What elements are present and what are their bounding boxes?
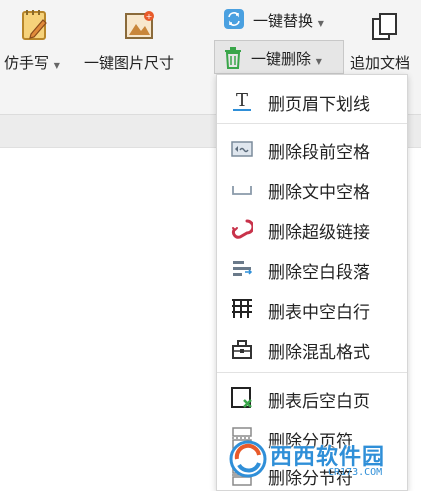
menu-item-label: 删除超级链接	[268, 223, 370, 243]
image-resize-icon: +	[125, 11, 154, 39]
menu-item-delete-table-blank-row[interactable]: 删表中空白行	[217, 289, 407, 327]
image-size-button[interactable]: + 一键图片尺寸	[84, 0, 196, 80]
paragraph-space-icon	[231, 141, 253, 157]
menu-item-delete-messy-format[interactable]: 删除混乱格式	[217, 329, 407, 367]
copy-document-icon	[372, 13, 397, 40]
text-underline-icon: T	[233, 90, 251, 111]
inline-space-icon	[232, 186, 252, 195]
notebook-pencil-icon	[22, 10, 47, 40]
menu-item-delete-header-underline[interactable]: T 删页眉下划线	[217, 81, 407, 119]
replace-icon	[224, 9, 244, 29]
menu-item-delete-hyperlink[interactable]: 删除超级链接	[217, 209, 407, 247]
imitate-handwriting-button[interactable]: 仿手写 ▼	[0, 0, 75, 80]
chevron-down-icon: ▼	[317, 19, 324, 28]
replace-button[interactable]: 一键替换 ▼	[217, 4, 342, 36]
menu-item-label: 删表后空白页	[268, 392, 370, 412]
hyperlink-icon	[232, 219, 253, 239]
menu-item-label: 删除文中空格	[268, 183, 370, 203]
table-grid-icon	[232, 299, 252, 318]
chevron-down-icon: ▼	[315, 57, 322, 66]
menu-item-delete-blank-paragraph[interactable]: 删除空白段落	[217, 249, 407, 287]
replace-label: 一键替换	[253, 12, 314, 30]
menu-item-delete-inline-space[interactable]: 删除文中空格	[217, 169, 407, 207]
site-watermark: 西西软件园 CR173.COM	[228, 437, 406, 481]
svg-text:+: +	[146, 12, 153, 21]
delete-button[interactable]: 一键删除 ▼	[214, 40, 344, 74]
menu-item-label: 删页眉下划线	[268, 95, 370, 115]
imitate-handwriting-label: 仿手写	[4, 54, 50, 72]
blank-paragraph-icon	[233, 261, 253, 276]
append-document-label: 追加文档	[350, 54, 411, 72]
menu-divider	[217, 123, 407, 124]
menu-item-delete-blank-page-after-table[interactable]: 删表后空白页	[217, 378, 407, 416]
menu-divider	[217, 372, 407, 373]
format-eraser-icon	[232, 340, 252, 359]
watermark-url: CR173.COM	[328, 467, 383, 478]
chevron-down-icon: ▼	[53, 61, 60, 70]
blank-page-icon	[231, 387, 252, 408]
delete-label: 一键删除	[251, 50, 312, 68]
menu-item-delete-paragraph-leading-space[interactable]: 删除段前空格	[217, 129, 407, 167]
menu-item-label: 删除段前空格	[268, 143, 370, 163]
append-document-button[interactable]: 追加文档	[350, 0, 421, 80]
image-size-label: 一键图片尺寸	[84, 54, 175, 72]
trash-icon	[225, 47, 241, 69]
menu-item-label: 删表中空白行	[268, 303, 370, 323]
delete-dropdown-menu: T 删页眉下划线 删除段前空格 删除文中空格 删除超级链接 删除空白段落 删表中…	[216, 74, 408, 491]
menu-item-label: 删除混乱格式	[268, 343, 370, 363]
menu-item-label: 删除空白段落	[268, 263, 370, 283]
svg-text:T: T	[236, 90, 248, 111]
